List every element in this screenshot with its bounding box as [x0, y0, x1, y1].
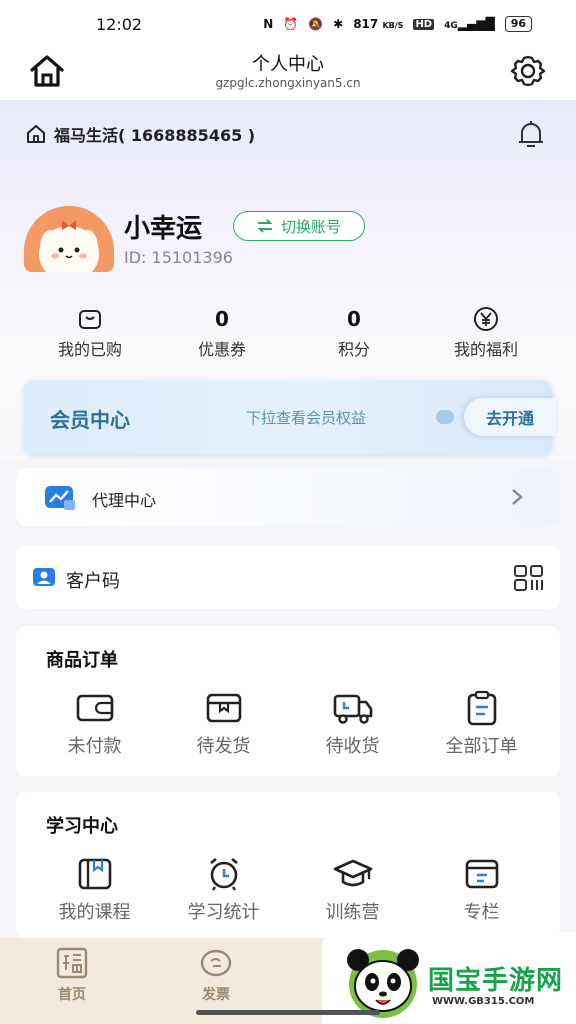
switch-account-button[interactable]: 切换账号: [233, 211, 365, 241]
bag-icon: [79, 310, 101, 329]
study-section: 学习中心 我的课程 学习统计 训练营 专栏: [16, 792, 560, 938]
bluetooth-icon: ✱: [333, 17, 344, 31]
status-bar: 12:02 N ⏰ 🔕 ✱ 817 KB/S HD 4G▂▄▆█ 96: [0, 0, 576, 48]
agent-center-label: 代理中心: [92, 491, 157, 510]
gear-icon[interactable]: [508, 53, 548, 89]
order-label: 待收货: [325, 736, 380, 757]
stat-purchased[interactable]: 我的已购: [24, 304, 156, 364]
status-icons: N ⏰ 🔕 ✱ 817 KB/S HD 4G▂▄▆█ 96: [263, 16, 532, 32]
alarm-icon: ⏰: [283, 17, 299, 31]
yen-icon: [474, 307, 498, 331]
status-time: 12:02: [96, 14, 143, 34]
nav-bar: 个人中心 gzpglc.zhongxinyan5.cn: [0, 48, 576, 100]
clipboard-icon: [467, 690, 496, 726]
stat-value: 0: [347, 307, 361, 331]
tab-home[interactable]: 首页: [32, 946, 112, 1004]
trend-chart-icon: [45, 486, 75, 510]
swap-icon: [257, 219, 273, 233]
order-to-ship[interactable]: 待发货: [159, 690, 288, 758]
order-label: 未付款: [67, 736, 122, 757]
shop-home-icon: [27, 125, 45, 143]
shop-name: 福马生活( 1668885465 ): [54, 126, 256, 145]
column-icon: [465, 859, 498, 889]
study-label: 学习统计: [187, 902, 260, 923]
shop-switcher[interactable]: 福马生活( 1668885465 ): [26, 122, 255, 146]
panda-logo-icon: [347, 949, 419, 1018]
stat-label: 我的已购: [57, 340, 122, 359]
graduation-cap-icon: [333, 859, 372, 887]
study-statistics[interactable]: 学习统计: [159, 856, 288, 924]
study-title: 学习中心: [46, 816, 118, 837]
order-label: 待发货: [196, 736, 251, 757]
tab-invoice[interactable]: 发票: [176, 946, 256, 1004]
switch-account-label: 切换账号: [280, 217, 341, 236]
member-center-card[interactable]: 会员中心 下拉查看会员权益 去开通: [24, 380, 556, 454]
member-center-hint: 下拉查看会员权益: [246, 409, 367, 427]
agent-center-row[interactable]: 代理中心: [16, 468, 560, 526]
user-id: ID: 15101396: [124, 248, 233, 267]
nfc-icon: N: [263, 17, 274, 31]
order-all[interactable]: 全部订单: [417, 690, 546, 758]
book-icon: [78, 858, 111, 890]
signal-icon: 4G▂▄▆█: [444, 17, 495, 31]
chevron-right-icon: [512, 489, 523, 505]
user-name: 小幸运: [124, 214, 203, 244]
order-label: 全部订单: [445, 736, 518, 757]
stat-label: 优惠券: [197, 340, 246, 359]
stat-points[interactable]: 0 积分: [288, 304, 420, 364]
order-to-receive[interactable]: 待收货: [288, 690, 417, 758]
home-fortune-icon: [56, 947, 88, 979]
truck-icon: [333, 694, 372, 724]
stat-value: 0: [215, 307, 229, 331]
member-center-title: 会员中心: [50, 408, 130, 432]
stat-benefits[interactable]: 我的福利: [420, 304, 552, 364]
order-unpaid[interactable]: 未付款: [30, 690, 159, 758]
watermark-brand: 国宝手游网: [428, 966, 564, 996]
alarm-clock-icon: [209, 857, 238, 891]
wallet-icon: [76, 694, 113, 722]
tab-label: 首页: [58, 987, 86, 1003]
invoice-icon: [200, 949, 232, 977]
study-label: 训练营: [325, 902, 380, 923]
page-title: 个人中心: [252, 54, 324, 75]
study-my-courses[interactable]: 我的课程: [30, 856, 159, 924]
box-icon: [206, 693, 241, 723]
orders-title: 商品订单: [46, 650, 118, 671]
home-indicator: [196, 1010, 380, 1015]
study-label: 专栏: [463, 902, 500, 923]
open-membership-button[interactable]: 去开通: [464, 398, 556, 436]
watermark-url: WWW.GB315.COM: [432, 996, 535, 1007]
customer-code-row[interactable]: 客户码: [16, 545, 560, 609]
tab-label: 发票: [202, 987, 230, 1003]
stat-coupons[interactable]: 0 优惠券: [156, 304, 288, 364]
stat-label: 我的福利: [453, 340, 518, 359]
bell-icon[interactable]: [516, 118, 546, 150]
qr-code-icon[interactable]: [514, 565, 544, 591]
net-speed: 817 KB/S: [353, 17, 404, 31]
study-label: 我的课程: [58, 902, 131, 923]
stats-row: 我的已购 0 优惠券 0 积分 我的福利: [0, 304, 576, 364]
study-bootcamp[interactable]: 训练营: [288, 856, 417, 924]
page-url: gzpglc.zhongxinyan5.cn: [215, 76, 361, 90]
user-card-icon: [33, 568, 55, 586]
battery-icon: 96: [504, 16, 532, 32]
customer-code-label: 客户码: [66, 571, 120, 592]
stat-label: 积分: [337, 340, 370, 359]
hd-badge: HD: [413, 18, 435, 30]
chevron-down-icon: [436, 410, 454, 424]
mute-icon: 🔕: [308, 17, 324, 31]
orders-section: 商品订单 未付款 待发货 待收货 全部订单: [16, 626, 560, 776]
study-column[interactable]: 专栏: [417, 856, 546, 924]
